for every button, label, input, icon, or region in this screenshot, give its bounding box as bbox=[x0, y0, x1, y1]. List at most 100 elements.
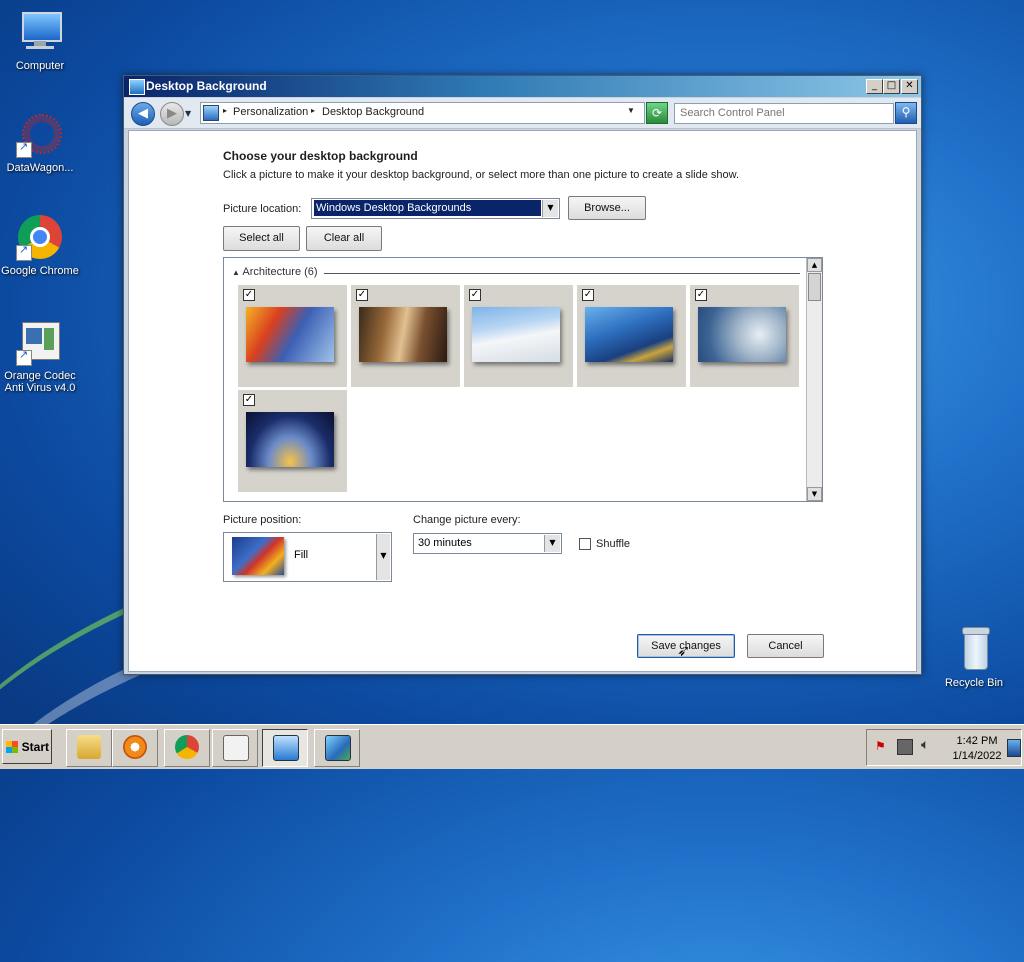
thumbnail-checkbox[interactable]: ✓ bbox=[695, 289, 707, 301]
thumbnail-item[interactable]: ✓ bbox=[238, 390, 347, 492]
taskbar-control-panel[interactable] bbox=[262, 729, 308, 767]
document-window-icon bbox=[16, 318, 64, 366]
taskbar-personalization[interactable] bbox=[314, 729, 360, 767]
thumbnail-checkbox[interactable]: ✓ bbox=[243, 394, 255, 406]
main-content: Choose your desktop background Click a p… bbox=[128, 130, 917, 672]
shuffle-checkbox[interactable] bbox=[579, 538, 591, 550]
thumbnail-checkbox[interactable]: ✓ bbox=[356, 289, 368, 301]
desktop-icon-orange-codec[interactable]: Orange Codec Anti Virus v4.0 bbox=[0, 318, 80, 394]
address-bar-row: ◀ ▶ ▼ ▸ Personalization ▸ Desktop Backgr… bbox=[124, 98, 921, 129]
chevron-down-icon: ▼ bbox=[376, 534, 390, 580]
desktop-background-window: Desktop Background _ □ ✕ ◀ ▶ ▼ ▸ Persona… bbox=[123, 75, 922, 675]
close-button[interactable]: ✕ bbox=[901, 79, 918, 94]
desktop-icon-label: DataWagon... bbox=[6, 162, 74, 174]
thumbnail-image-4 bbox=[585, 307, 673, 362]
desktop-icon-datawagon[interactable]: DataWagon... bbox=[0, 110, 80, 174]
thumbnail-item[interactable]: ✓ bbox=[351, 285, 460, 387]
computer-icon bbox=[16, 8, 64, 56]
change-picture-label: Change picture every: bbox=[413, 514, 521, 526]
control-panel-icon bbox=[203, 105, 219, 121]
picture-position-label: Picture position: bbox=[223, 514, 302, 526]
desktop-icon-recycle-bin[interactable]: Recycle Bin bbox=[934, 625, 1014, 689]
recent-pages-icon[interactable]: ▼ bbox=[185, 109, 191, 118]
thumbnail-item[interactable]: ✓ bbox=[464, 285, 573, 387]
taskbar-media-player[interactable] bbox=[112, 729, 158, 767]
breadcrumb-desktop-background[interactable]: Desktop Background bbox=[322, 106, 424, 118]
thumbnail-checkbox[interactable]: ✓ bbox=[469, 289, 481, 301]
recycle-bin-icon bbox=[950, 625, 998, 673]
clear-all-button[interactable]: Clear all bbox=[306, 226, 382, 251]
mouse-cursor-icon: ➶ bbox=[677, 641, 691, 660]
desktop-icon-label: Recycle Bin bbox=[944, 677, 1004, 689]
thumbnail-image-6 bbox=[246, 412, 334, 467]
picture-location-label: Picture location: bbox=[223, 203, 302, 215]
cancel-button[interactable]: Cancel bbox=[747, 634, 824, 658]
refresh-button[interactable]: ⟳ bbox=[646, 102, 668, 124]
display-icon bbox=[129, 79, 145, 95]
chevron-down-icon: ▼ bbox=[544, 535, 560, 552]
thumbnail-item[interactable]: ✓ bbox=[238, 285, 347, 387]
volume-icon[interactable]: 🔈︎ bbox=[921, 737, 929, 753]
position-preview-image bbox=[232, 537, 284, 575]
gallery-scrollbar[interactable]: ▲ ▼ bbox=[806, 258, 822, 501]
thumbnail-item[interactable]: ✓ bbox=[690, 285, 799, 387]
media-player-icon bbox=[123, 735, 147, 759]
network-icon[interactable] bbox=[897, 739, 913, 755]
start-label: Start bbox=[21, 740, 49, 754]
group-divider bbox=[324, 273, 800, 274]
back-button[interactable]: ◀ bbox=[131, 102, 155, 126]
change-picture-value: 30 minutes bbox=[418, 537, 472, 549]
minimize-button[interactable]: _ bbox=[866, 79, 883, 94]
thumbnail-image-5 bbox=[698, 307, 786, 362]
title-bar[interactable]: Desktop Background _ □ ✕ bbox=[124, 76, 921, 97]
desktop-icon-computer[interactable]: Computer bbox=[0, 8, 80, 72]
clock[interactable]: 1:42 PM 1/14/2022 bbox=[947, 734, 1007, 764]
picture-position-value: Fill bbox=[294, 549, 309, 561]
desktop-icon-label: Computer bbox=[15, 60, 65, 72]
thumbnail-image-3 bbox=[472, 307, 560, 362]
browse-button[interactable]: Browse... bbox=[568, 196, 646, 220]
chrome-icon bbox=[16, 213, 64, 261]
thumbnail-checkbox[interactable]: ✓ bbox=[243, 289, 255, 301]
shuffle-label: Shuffle bbox=[596, 538, 631, 550]
maximize-button[interactable]: □ bbox=[883, 79, 900, 94]
picture-location-select[interactable]: Windows Desktop Backgrounds ▼ bbox=[311, 198, 560, 219]
thumbnail-image-2 bbox=[359, 307, 447, 362]
scroll-up-icon[interactable]: ▲ bbox=[807, 258, 822, 272]
start-button[interactable]: Start bbox=[2, 729, 52, 764]
group-header-label: Architecture (6) bbox=[242, 266, 318, 278]
group-header[interactable]: ▲ Architecture (6) bbox=[232, 266, 318, 278]
search-box[interactable] bbox=[674, 103, 894, 124]
taskbar-chrome[interactable] bbox=[164, 729, 210, 767]
action-center-flag-icon[interactable]: ⚑ bbox=[875, 739, 889, 753]
breadcrumb-separator-icon: ▸ bbox=[223, 106, 228, 115]
search-icon[interactable]: ⚲ bbox=[895, 102, 917, 124]
thumbnail-item[interactable]: ✓ bbox=[577, 285, 686, 387]
address-dropdown-icon[interactable]: ▼ bbox=[627, 106, 635, 115]
desktop-icon-label: Orange Codec Anti Virus v4.0 bbox=[4, 370, 76, 394]
taskbar-document-app[interactable] bbox=[212, 729, 258, 767]
show-desktop-icon[interactable] bbox=[1007, 739, 1021, 757]
control-panel-icon bbox=[273, 735, 299, 761]
clock-time: 1:42 PM bbox=[956, 735, 998, 747]
change-picture-select[interactable]: 30 minutes ▼ bbox=[413, 533, 562, 554]
forward-button[interactable]: ▶ bbox=[160, 102, 184, 126]
select-all-button[interactable]: Select all bbox=[223, 226, 300, 251]
picture-position-select[interactable]: Fill ▼ bbox=[223, 532, 392, 582]
thumbnail-checkbox[interactable]: ✓ bbox=[582, 289, 594, 301]
taskbar-explorer[interactable] bbox=[66, 729, 112, 767]
address-box[interactable]: ▸ Personalization ▸ Desktop Background ▼ bbox=[200, 102, 645, 124]
chrome-icon bbox=[175, 735, 199, 759]
desktop-icon-label: Google Chrome bbox=[1, 265, 79, 277]
desktop-icon-chrome[interactable]: Google Chrome bbox=[0, 213, 80, 277]
network-graph-icon bbox=[16, 110, 64, 158]
scrollbar-thumb[interactable] bbox=[808, 273, 821, 301]
shortcut-arrow-icon bbox=[16, 244, 32, 261]
scroll-down-icon[interactable]: ▼ bbox=[807, 487, 822, 501]
search-input[interactable] bbox=[675, 104, 885, 121]
picture-location-value: Windows Desktop Backgrounds bbox=[314, 200, 541, 216]
windows-logo-icon bbox=[6, 741, 18, 753]
breadcrumb-personalization[interactable]: Personalization bbox=[233, 106, 308, 118]
shortcut-arrow-icon bbox=[16, 141, 32, 158]
window-title: Desktop Background bbox=[146, 79, 267, 93]
